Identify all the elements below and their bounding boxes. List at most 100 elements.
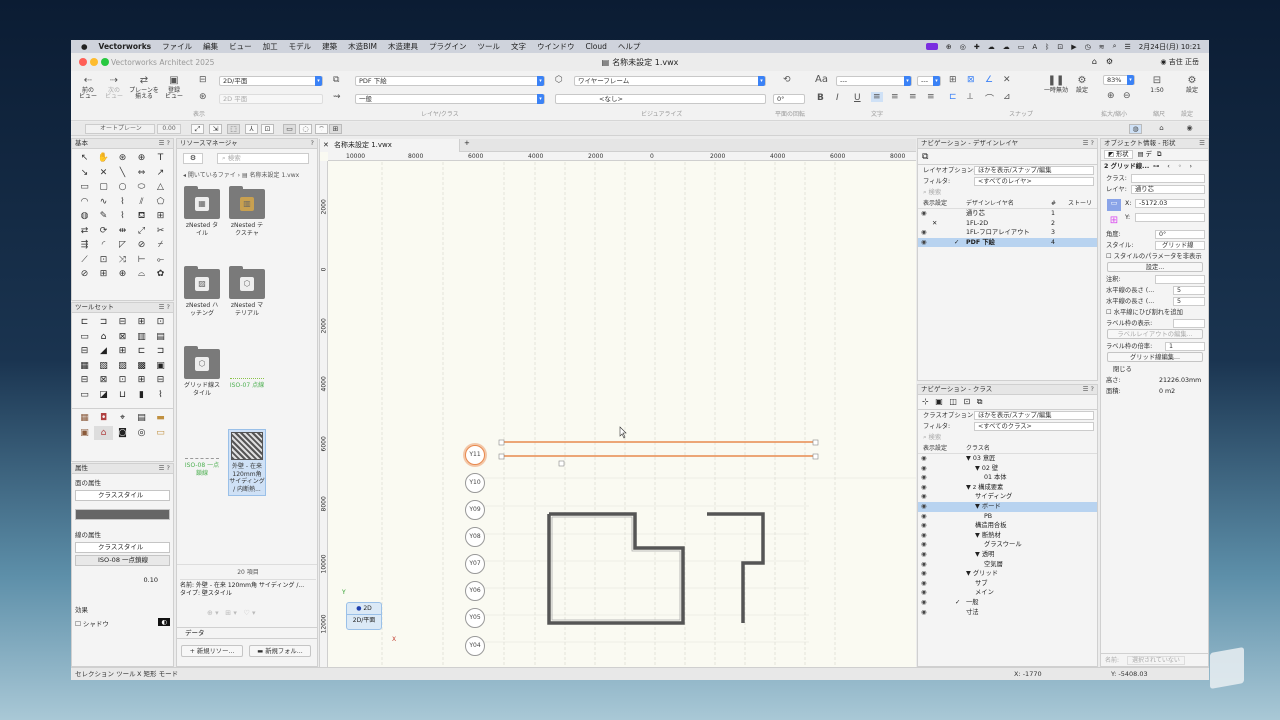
structure-tool-icon[interactable]: ⊟ bbox=[75, 373, 94, 388]
class-row[interactable]: ◉ PB bbox=[918, 512, 1097, 522]
resource-line-type-tile[interactable]: ISO-08 一点鎖線 bbox=[183, 429, 221, 477]
mode-select-icon[interactable]: ⊞ bbox=[329, 124, 342, 134]
circle-tool-icon[interactable]: ○ bbox=[113, 180, 132, 195]
layer-row[interactable]: ◉ ✓ PDF 下絵 4 bbox=[918, 237, 1097, 248]
clip-tool-icon[interactable]: ⊘ bbox=[132, 238, 151, 253]
drawing-canvas[interactable]: ✕ 名称未設定 1.vwx + 10000 8000 6000 4000 2000… bbox=[319, 139, 916, 680]
minimize-window-button[interactable] bbox=[90, 58, 98, 66]
slab-tool-icon[interactable]: ▭ bbox=[75, 330, 94, 345]
zoom-tool-icon[interactable]: ⊕ bbox=[132, 151, 151, 166]
eye-icon[interactable]: ◉ bbox=[921, 579, 927, 589]
pan-tool-icon[interactable]: ✋ bbox=[94, 151, 113, 166]
eye-icon[interactable]: ◉ bbox=[921, 588, 927, 598]
menu-help[interactable]: ヘルプ bbox=[618, 41, 641, 52]
home-icon[interactable]: ⌂ bbox=[1092, 57, 1097, 66]
wall-tool-icon[interactable]: ⊏ bbox=[75, 315, 94, 330]
resource-options-button[interactable]: ⚙ bbox=[183, 153, 203, 164]
fill-style-select[interactable]: クラススタイル bbox=[75, 490, 170, 501]
roof-tool-icon[interactable]: ⌂ bbox=[94, 330, 113, 345]
close-tab-icon[interactable]: ✕ bbox=[323, 139, 329, 151]
layer-search-input[interactable]: ⌕ 検索 bbox=[918, 187, 1097, 198]
plant-tool-icon[interactable]: ▩ bbox=[132, 359, 151, 374]
freehand-tool-icon[interactable]: ∿ bbox=[94, 195, 113, 210]
site-tool-icon[interactable]: ▣ bbox=[151, 359, 170, 374]
double-line-tool-icon[interactable]: ⫽ bbox=[132, 195, 151, 210]
class-row[interactable]: ◉ 01 本体 bbox=[918, 473, 1097, 483]
layer-row[interactable]: ◉ 1FL-フロアレイアウト 3 bbox=[918, 228, 1097, 238]
settings-button[interactable]: ⚙ 設定 bbox=[1181, 75, 1203, 94]
preferences-icon[interactable]: ◉ bbox=[1183, 124, 1196, 134]
joist-tool-icon[interactable]: ⊠ bbox=[94, 373, 113, 388]
class-row[interactable]: ◉ 寸法 bbox=[918, 608, 1097, 618]
h-len2-field[interactable]: 5 bbox=[1173, 297, 1205, 306]
class-row[interactable]: ◉ サイディング bbox=[918, 492, 1097, 502]
object-layer-select[interactable]: 通り芯 bbox=[1131, 185, 1205, 194]
door-tool-icon[interactable]: ⊐ bbox=[94, 315, 113, 330]
menu-file[interactable]: ファイル bbox=[162, 41, 192, 52]
user-account[interactable]: ◉ 吉住 正岳 bbox=[1160, 57, 1199, 67]
note-field[interactable] bbox=[1155, 275, 1205, 284]
tab-data[interactable]: ▤ デ bbox=[1135, 151, 1155, 158]
grid-bubble[interactable]: Y07 bbox=[465, 554, 485, 574]
frame-tool-icon[interactable]: ⊡ bbox=[113, 373, 132, 388]
truss-tool-icon[interactable]: ⊞ bbox=[132, 373, 151, 388]
line-thickness-field[interactable]: 0.10 bbox=[75, 576, 170, 587]
italic-icon[interactable]: I bbox=[836, 93, 839, 103]
class-row[interactable]: ◉ ▼ z 構成要素 bbox=[918, 483, 1097, 493]
menu-window[interactable]: ウインドウ bbox=[537, 41, 575, 52]
callout-tool-icon[interactable]: ↘ bbox=[75, 166, 94, 181]
rotate-tool-icon[interactable]: ⟳ bbox=[94, 224, 113, 239]
classes-tab-bar[interactable]: ⊹ ▣ ◫ ⊡ ⧉ bbox=[918, 395, 1097, 410]
help-icon[interactable]: ? bbox=[311, 139, 314, 148]
grid-line-tool-icon[interactable]: ⊞ bbox=[113, 344, 132, 359]
polygon-tool-icon[interactable]: ⬠ bbox=[151, 195, 170, 210]
resource-search-input[interactable]: ⌕ 検索 bbox=[217, 153, 309, 164]
auto-plane-toggle[interactable]: オートプレーン bbox=[85, 124, 155, 134]
settings-button[interactable]: 設定... bbox=[1107, 262, 1203, 272]
class-row[interactable]: ◉ ▼ 03 意匠 bbox=[918, 454, 1097, 464]
menu-model[interactable]: モデル bbox=[289, 41, 312, 52]
mode-rect-icon[interactable]: ⬚ bbox=[227, 124, 240, 134]
menu-edit[interactable]: 編集 bbox=[203, 41, 218, 52]
control-center-icon[interactable]: ☰ bbox=[1124, 43, 1130, 51]
next-view-button[interactable]: ⇢ 次の ビュー bbox=[103, 75, 125, 101]
y-field[interactable] bbox=[1135, 213, 1205, 222]
menu-architecture[interactable]: 建築 bbox=[322, 41, 337, 52]
resource-actions[interactable]: ⊕ ▾ ⊞ ▾ ♡ ▾ bbox=[207, 609, 256, 617]
resource-wall-style-tile[interactable]: 外壁 - 在来 120mm角 サイディング / 内断熱... bbox=[228, 429, 266, 496]
line-style-select[interactable]: クラススタイル bbox=[75, 542, 170, 553]
snap-settings-button[interactable]: ⚙ 設定 bbox=[1072, 75, 1092, 94]
underline-icon[interactable]: U bbox=[854, 93, 861, 103]
mode-lasso-icon[interactable]: ◌ bbox=[299, 124, 312, 134]
locus-tool-icon[interactable]: ✕ bbox=[94, 166, 113, 181]
label-scale-field[interactable]: 1 bbox=[1165, 342, 1205, 351]
resource-folder-tile[interactable]: ⬡ グリッド線スタイル bbox=[183, 346, 221, 397]
hatch-tool-icon[interactable]: ⊞ bbox=[151, 209, 170, 224]
class-row[interactable]: ◉ グラスウール bbox=[918, 540, 1097, 550]
no-entry-tool-icon[interactable]: ⊘ bbox=[75, 267, 94, 282]
rounded-rect-tool-icon[interactable]: ▢ bbox=[94, 180, 113, 195]
snap-distance-icon[interactable]: ⊏ bbox=[949, 92, 957, 102]
triangle-tool-icon[interactable]: △ bbox=[151, 180, 170, 195]
visualize-select[interactable]: <なし> bbox=[555, 94, 766, 104]
obj-actions[interactable]: ⊶ ‹ ◦ › bbox=[1153, 161, 1195, 173]
grid-bubble[interactable]: Y06 bbox=[465, 581, 485, 601]
eyedropper-tool-icon[interactable]: ✎ bbox=[94, 209, 113, 224]
class-row[interactable]: ◉ ▼ グリッド bbox=[918, 569, 1097, 579]
zoom-window-button[interactable] bbox=[101, 58, 109, 66]
eye-icon[interactable]: ◉ bbox=[921, 569, 927, 579]
tray-icon[interactable]: ✚ bbox=[974, 43, 980, 51]
house-set-icon[interactable]: ⌂ bbox=[94, 425, 113, 440]
menu-icon[interactable]: ☰ ? bbox=[159, 464, 170, 473]
clock-datetime[interactable]: 2月24日(月) 10:21 bbox=[1139, 42, 1201, 52]
snap-object-icon[interactable]: ⊠ bbox=[967, 75, 975, 85]
grid-bubble[interactable]: Y08 bbox=[465, 527, 485, 547]
style-select[interactable]: グリッド線 bbox=[1155, 241, 1205, 250]
layer-select[interactable]: PDF 下絵 ▾ bbox=[355, 76, 545, 86]
grid-bubble[interactable]: Y04 bbox=[465, 636, 485, 656]
saved-view-button[interactable]: ▣ 登録 ビュー bbox=[163, 75, 185, 101]
mode-polygon-icon[interactable]: ⌔ bbox=[315, 124, 328, 134]
class-select[interactable]: 一般 ▾ bbox=[355, 94, 545, 104]
resource-folder-tile[interactable]: ▦ zNested タイル bbox=[183, 186, 221, 237]
reshape-tool-icon[interactable]: ⤢ bbox=[132, 224, 151, 239]
